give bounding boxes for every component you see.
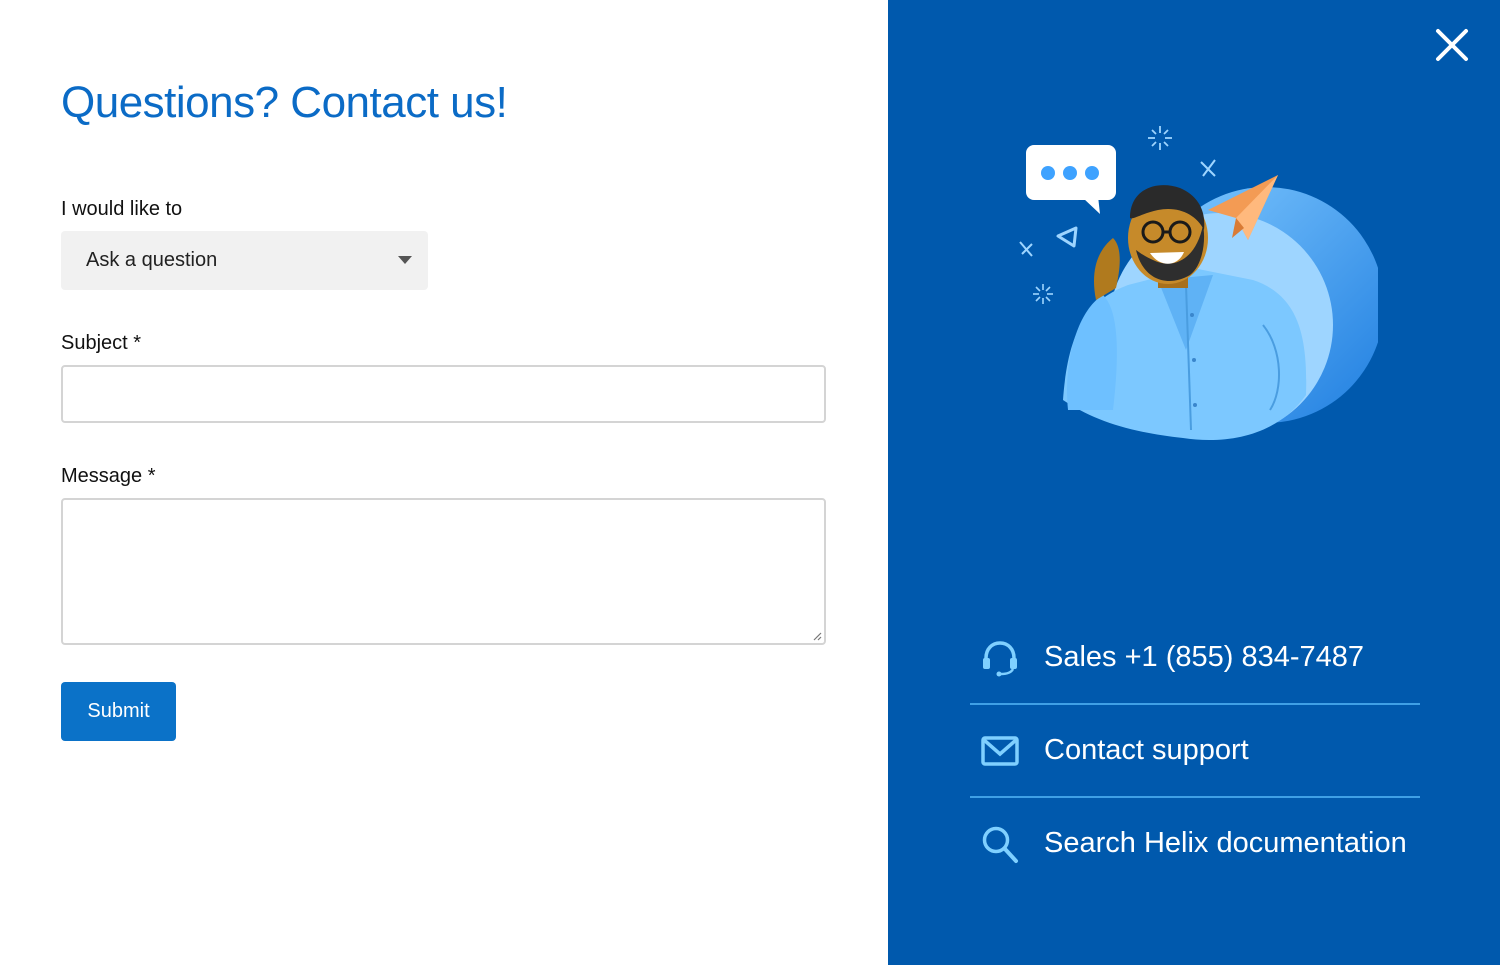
intent-select-value: Ask a question [86,249,218,271]
divider [970,703,1420,705]
search-icon [982,826,1018,863]
search-docs-label: Search Helix documentation [1044,827,1407,859]
chevron-down-icon [398,256,412,264]
resize-handle-icon[interactable] [812,631,822,641]
contact-support-label: Contact support [1044,734,1249,766]
submit-button[interactable]: Submit [61,682,176,741]
page-title: Questions? Contact us! [61,78,508,127]
close-icon[interactable] [1433,26,1471,64]
support-agent-illustration [1019,126,1378,441]
headset-icon [983,641,1017,677]
divider [970,796,1420,798]
sales-phone-label: Sales +1 (855) 834-7487 [1044,641,1365,673]
contact-info-panel: Sales +1 (855) 834-7487 Contact support … [888,0,1500,965]
intent-select[interactable]: Ask a question [61,231,428,290]
sales-phone-link[interactable]: Sales +1 (855) 834-7487 [970,613,1420,703]
message-label: Message * [61,465,156,487]
subject-input[interactable] [61,365,826,423]
contact-form: Questions? Contact us! I would like to A… [0,0,888,965]
intent-label: I would like to [61,198,183,220]
mail-icon [981,736,1019,766]
search-docs-link[interactable]: Search Helix documentation [970,799,1420,889]
contact-support-link[interactable]: Contact support [970,706,1420,796]
subject-label: Subject * [61,332,142,354]
message-textarea[interactable] [61,498,826,645]
